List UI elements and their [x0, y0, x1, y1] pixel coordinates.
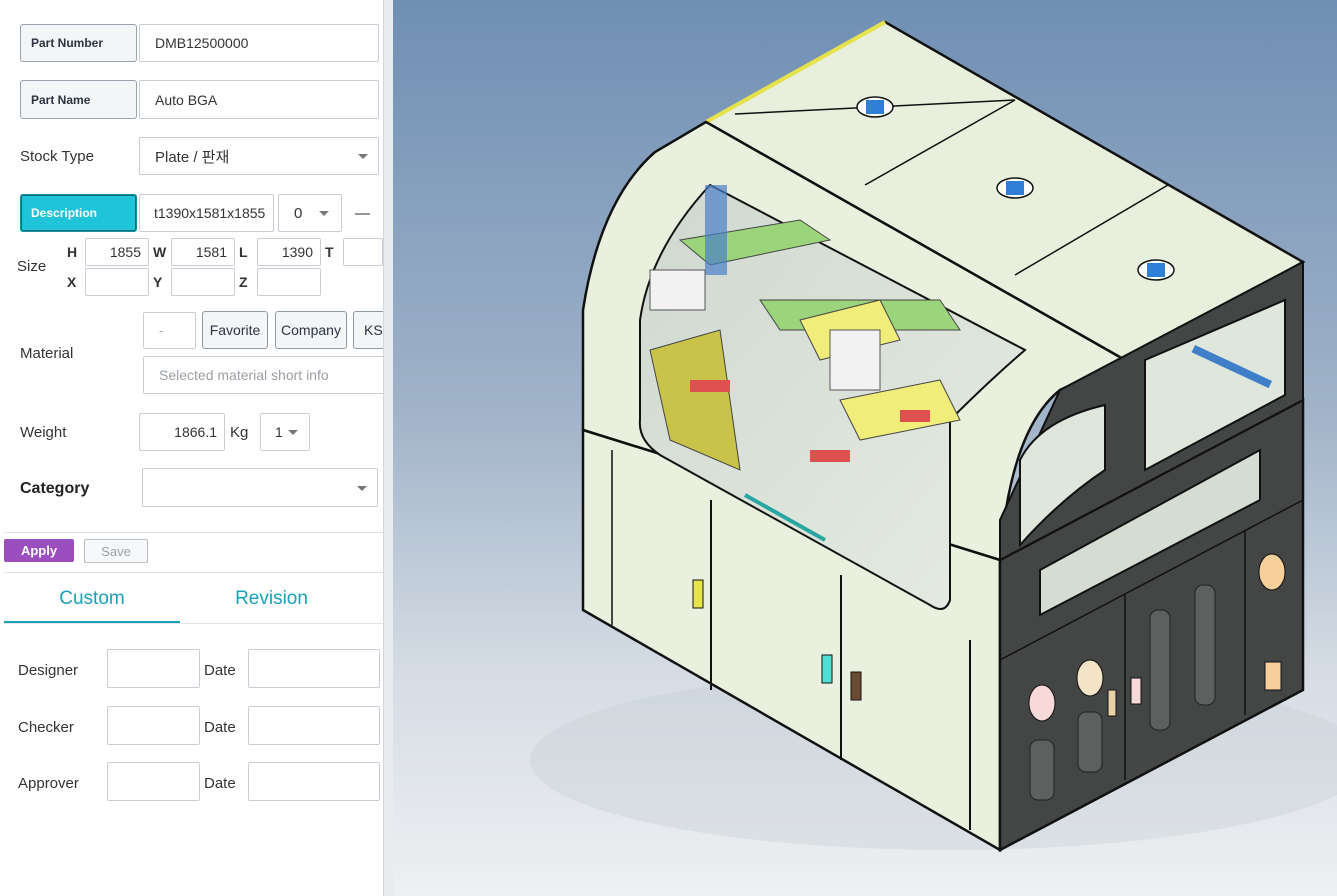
y-input[interactable] [171, 268, 235, 296]
chevron-down-icon [288, 430, 298, 435]
y-label: Y [153, 274, 163, 290]
material-info-field: Selected material short info [143, 356, 383, 394]
tab-divider [4, 623, 383, 624]
machine-model-render [530, 20, 1337, 853]
approver-date-label: Date [204, 774, 236, 792]
material-ks-button[interactable]: KS [353, 311, 383, 349]
h-label: H [67, 244, 78, 260]
x-input[interactable] [85, 268, 149, 296]
weight-input[interactable]: 1866.1 [139, 413, 225, 451]
description-count-select[interactable]: 0 [278, 194, 342, 232]
t-input[interactable] [343, 238, 383, 266]
tab-revision[interactable]: Revision [180, 576, 363, 622]
checker-date-label: Date [204, 718, 236, 736]
designer-label: Designer [18, 661, 79, 679]
weight-qty-select[interactable]: 1 [260, 413, 310, 451]
l-input[interactable]: 1390 [257, 238, 321, 266]
apply-button[interactable]: Apply [4, 539, 74, 562]
designer-input[interactable] [107, 649, 200, 688]
material-company-button[interactable]: Company [275, 311, 347, 349]
part-number-label[interactable]: Part Number [20, 24, 137, 62]
designer-date-label: Date [204, 661, 236, 679]
checker-input[interactable] [107, 706, 200, 745]
divider [4, 532, 383, 533]
stock-type-label: Stock Type [20, 147, 94, 165]
weight-label: Weight [20, 423, 67, 441]
z-label: Z [239, 274, 248, 290]
approver-input[interactable] [107, 762, 200, 801]
w-input[interactable]: 1581 [171, 238, 235, 266]
description-remove-button[interactable]: — [355, 194, 375, 232]
stock-type-select[interactable]: Plate / 판재 [139, 137, 379, 175]
approver-date-input[interactable] [248, 762, 380, 801]
description-button[interactable]: Description [20, 194, 137, 232]
tab-custom[interactable]: Custom [4, 576, 180, 622]
part-number-field[interactable]: DMB12500000 [139, 24, 379, 62]
x-label: X [67, 274, 77, 290]
properties-panel: Part Number DMB12500000 Part Name Auto B… [0, 0, 383, 896]
description-count-value: 0 [294, 204, 303, 222]
chevron-down-icon [357, 486, 367, 491]
checker-date-input[interactable] [248, 706, 380, 745]
approver-label: Approver [18, 774, 79, 792]
chevron-down-icon [319, 211, 329, 216]
h-input[interactable]: 1855 [85, 238, 149, 266]
chevron-down-icon [358, 154, 368, 159]
t-label: T [325, 244, 334, 260]
checker-label: Checker [18, 718, 74, 736]
stock-type-value: Plate / 판재 [155, 148, 230, 166]
category-select[interactable] [142, 468, 378, 507]
weight-qty-value: 1 [275, 424, 283, 440]
category-label: Category [20, 480, 90, 497]
part-name-label[interactable]: Part Name [20, 80, 137, 119]
save-button[interactable]: Save [84, 539, 148, 563]
part-name-field[interactable]: Auto BGA [139, 80, 379, 119]
size-label: Size [17, 257, 47, 275]
designer-date-input[interactable] [248, 649, 380, 688]
material-value: - [143, 312, 196, 349]
z-input[interactable] [257, 268, 321, 296]
l-label: L [239, 244, 248, 260]
description-field[interactable]: t1390x1581x1855 [139, 194, 274, 232]
weight-unit: Kg [230, 423, 249, 441]
material-label: Material [20, 344, 74, 362]
cad-viewport[interactable] [393, 0, 1337, 896]
w-label: W [153, 244, 167, 260]
divider [4, 572, 383, 573]
panel-splitter[interactable] [383, 0, 393, 896]
material-favorite-button[interactable]: Favorite [202, 311, 268, 349]
